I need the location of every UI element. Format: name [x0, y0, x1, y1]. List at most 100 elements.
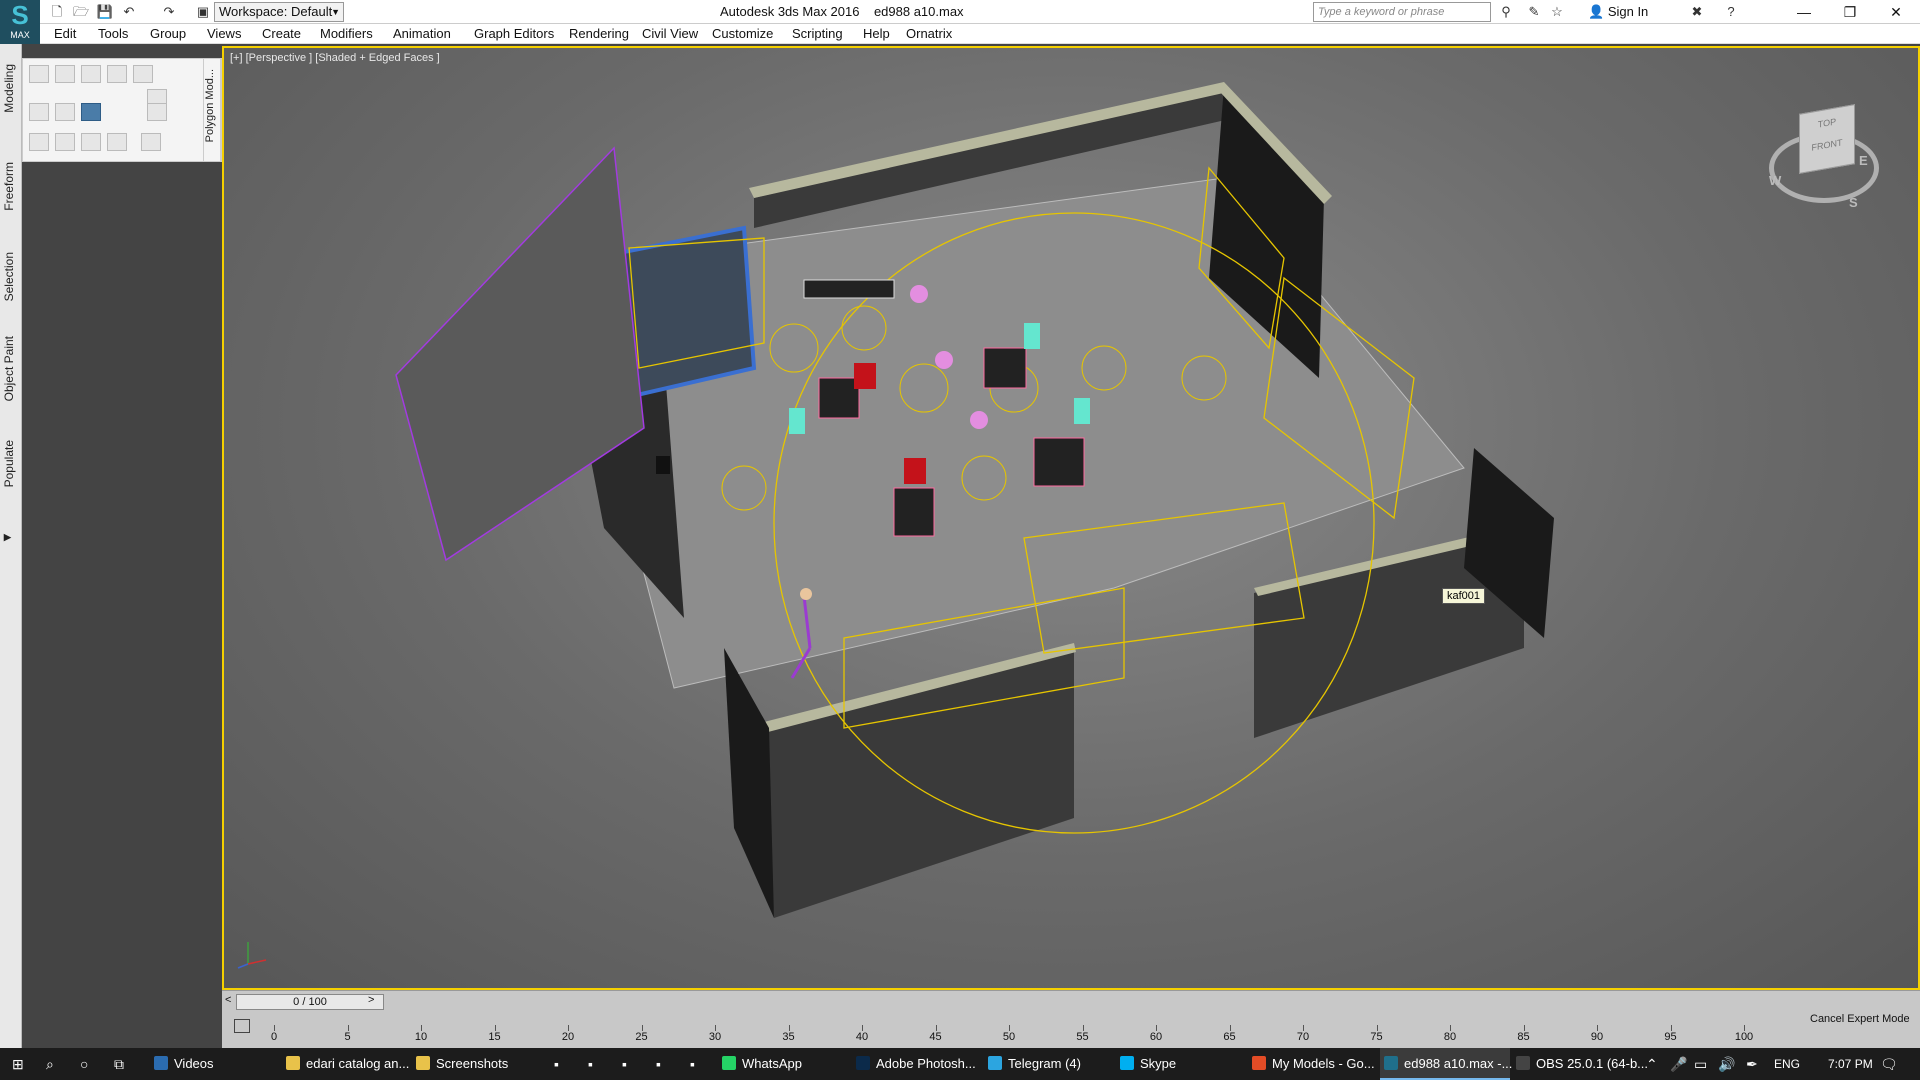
app-icon-label: MAX	[10, 30, 30, 40]
pin-stack-icon[interactable]	[55, 103, 75, 121]
volume-icon[interactable]: 🔊	[1718, 1048, 1735, 1080]
taskbar-item[interactable]: Skype	[1116, 1048, 1246, 1080]
polygon-mode-icon[interactable]	[107, 65, 127, 83]
workspace-dropdown[interactable]: Workspace: Default ▼	[214, 2, 344, 22]
element-mode-icon[interactable]	[133, 65, 153, 83]
help-icon[interactable]: ?	[1722, 3, 1740, 21]
cortana-icon[interactable]: ○	[80, 1048, 88, 1080]
ribbon-panel-title[interactable]: Polygon Mod...	[203, 58, 221, 162]
timeline-tick-label: 95	[1664, 1031, 1677, 1043]
border-mode-icon[interactable]	[81, 65, 101, 83]
language-indicator[interactable]: ENG	[1774, 1048, 1800, 1080]
compass-east[interactable]: E	[1859, 153, 1868, 168]
undo-icon[interactable]: ↶	[120, 3, 138, 21]
menu-group[interactable]: Group	[150, 26, 186, 41]
tab-object-paint[interactable]: Object Paint	[2, 336, 16, 401]
timeline-tick-label: 55	[1076, 1031, 1089, 1043]
menu-edit[interactable]: Edit	[54, 26, 76, 41]
time-slider[interactable]: 0 / 100	[236, 994, 384, 1010]
smooth-icon[interactable]	[141, 133, 161, 151]
exchange-icon[interactable]: ✖	[1688, 3, 1706, 21]
tab-modeling[interactable]: Modeling	[2, 64, 16, 113]
cancel-expert-mode-button[interactable]: Cancel Expert Mode	[1810, 1013, 1910, 1025]
taskbar-item[interactable]: ed988 a10.max -...	[1380, 1048, 1512, 1080]
taskbar-item[interactable]: Screenshots	[412, 1048, 542, 1080]
taskbar-item[interactable]: WhatsApp	[718, 1048, 846, 1080]
edge-mode-icon[interactable]	[55, 65, 75, 83]
quickslice-icon[interactable]	[81, 133, 101, 151]
perspective-viewport[interactable]: [+] [Perspective ] [Shaded + Edged Faces…	[222, 46, 1920, 990]
store-icon[interactable]: ▪	[588, 1048, 593, 1080]
network-icon[interactable]: ▭	[1694, 1048, 1707, 1080]
compass-west[interactable]: W	[1769, 173, 1781, 188]
menu-animation[interactable]: Animation	[393, 26, 451, 41]
cut-icon[interactable]	[107, 133, 127, 151]
redo-icon[interactable]: ↷	[160, 3, 178, 21]
track-bar-icon[interactable]	[234, 1019, 250, 1033]
timeline-tick-label: 90	[1590, 1031, 1604, 1043]
calculator-icon[interactable]: ▪	[554, 1048, 559, 1080]
menu-ornatrix[interactable]: Ornatrix	[906, 26, 952, 41]
timeline-tick-label: 85	[1517, 1031, 1530, 1043]
compass-south[interactable]: S	[1849, 195, 1858, 210]
menu-scripting[interactable]: Scripting	[792, 26, 843, 41]
close-button[interactable]: ✕	[1876, 2, 1916, 22]
menu-tools[interactable]: Tools	[98, 26, 128, 41]
taskbar-item[interactable]: OBS 25.0.1 (64-b...	[1512, 1048, 1648, 1080]
clock[interactable]: 7:07 PM	[1828, 1048, 1873, 1080]
star-icon[interactable]: ☆	[1548, 3, 1566, 21]
tab-freeform[interactable]: Freeform	[2, 162, 16, 211]
menu-graph-editors[interactable]: Graph Editors	[474, 26, 554, 41]
desktop-icon[interactable]: ▪	[656, 1048, 661, 1080]
windows-start-icon[interactable]: ⊞	[12, 1048, 24, 1080]
taskbar-item[interactable]: Telegram (4)	[984, 1048, 1112, 1080]
mail-icon[interactable]: ▪	[622, 1048, 627, 1080]
project-folder-icon[interactable]: ▣	[194, 3, 212, 21]
taskbar-item-label: OBS 25.0.1 (64-b...	[1536, 1056, 1649, 1071]
taskbar-item[interactable]: edari catalog an...	[282, 1048, 410, 1080]
tab-selection[interactable]: Selection	[2, 252, 16, 301]
new-file-icon[interactable]: 🗋	[48, 3, 66, 21]
microphone-icon[interactable]: 🎤	[1670, 1048, 1687, 1080]
taskbar-item-label: Videos	[174, 1056, 214, 1071]
tray-chevron-icon[interactable]: ⌃	[1646, 1048, 1658, 1080]
scene-canvas[interactable]	[224, 48, 1918, 988]
sign-in-button[interactable]: 👤 Sign In	[1588, 4, 1648, 20]
viewcube[interactable]: TOP FRONT W S E	[1769, 103, 1879, 213]
search-input[interactable]: Type a keyword or phrase	[1313, 2, 1491, 22]
menu-modifiers[interactable]: Modifiers	[320, 26, 373, 41]
task-view-icon[interactable]: ⧉	[114, 1048, 124, 1080]
binoculars-icon[interactable]: ⚲	[1497, 3, 1515, 21]
app-menu-button[interactable]: S MAX	[0, 0, 40, 44]
communication-icon[interactable]: ✎	[1525, 3, 1543, 21]
viewcube-box[interactable]: TOP FRONT	[1799, 104, 1855, 174]
repeat-last-icon[interactable]	[55, 133, 75, 151]
menu-customize[interactable]: Customize	[712, 26, 773, 41]
save-icon[interactable]: 💾	[96, 3, 114, 21]
open-file-icon[interactable]: 🗁	[72, 3, 90, 21]
menu-help[interactable]: Help	[863, 26, 890, 41]
menu-rendering[interactable]: Rendering	[569, 26, 629, 41]
taskbar-item[interactable]: My Models - Go...	[1248, 1048, 1376, 1080]
show-end-result-icon[interactable]	[81, 103, 101, 121]
next-frame-icon[interactable]: >	[368, 994, 374, 1006]
search-icon[interactable]: ⌕	[46, 1048, 54, 1080]
menu-views[interactable]: Views	[207, 26, 241, 41]
move-down-icon[interactable]	[147, 103, 167, 121]
tab-populate[interactable]: Populate	[2, 440, 16, 487]
restore-button[interactable]: ❐	[1830, 2, 1870, 22]
menu-create[interactable]: Create	[262, 26, 301, 41]
pen-icon[interactable]: ✒	[1746, 1048, 1758, 1080]
taskbar-item[interactable]: Videos	[150, 1048, 280, 1080]
menu-civil-view[interactable]: Civil View	[642, 26, 698, 41]
minimize-button[interactable]: —	[1784, 2, 1824, 22]
prev-frame-icon[interactable]: <	[225, 994, 231, 1006]
preserve-uvs-icon[interactable]	[29, 133, 49, 151]
taskbar-item[interactable]: Adobe Photosh...	[852, 1048, 982, 1080]
ribbon-expand-icon[interactable]: ◀	[2, 532, 13, 543]
photos-icon[interactable]: ▪	[690, 1048, 695, 1080]
modify-mode-icon[interactable]	[29, 103, 49, 121]
vertex-mode-icon[interactable]	[29, 65, 49, 83]
notification-icon[interactable]: 🗨	[1880, 1048, 1898, 1080]
track-bar[interactable]: 0 5 10 15 20 25 30 35 40 45 50 55 60 65 70 75 80 85 90 95 10…	[271, 1015, 1753, 1049]
